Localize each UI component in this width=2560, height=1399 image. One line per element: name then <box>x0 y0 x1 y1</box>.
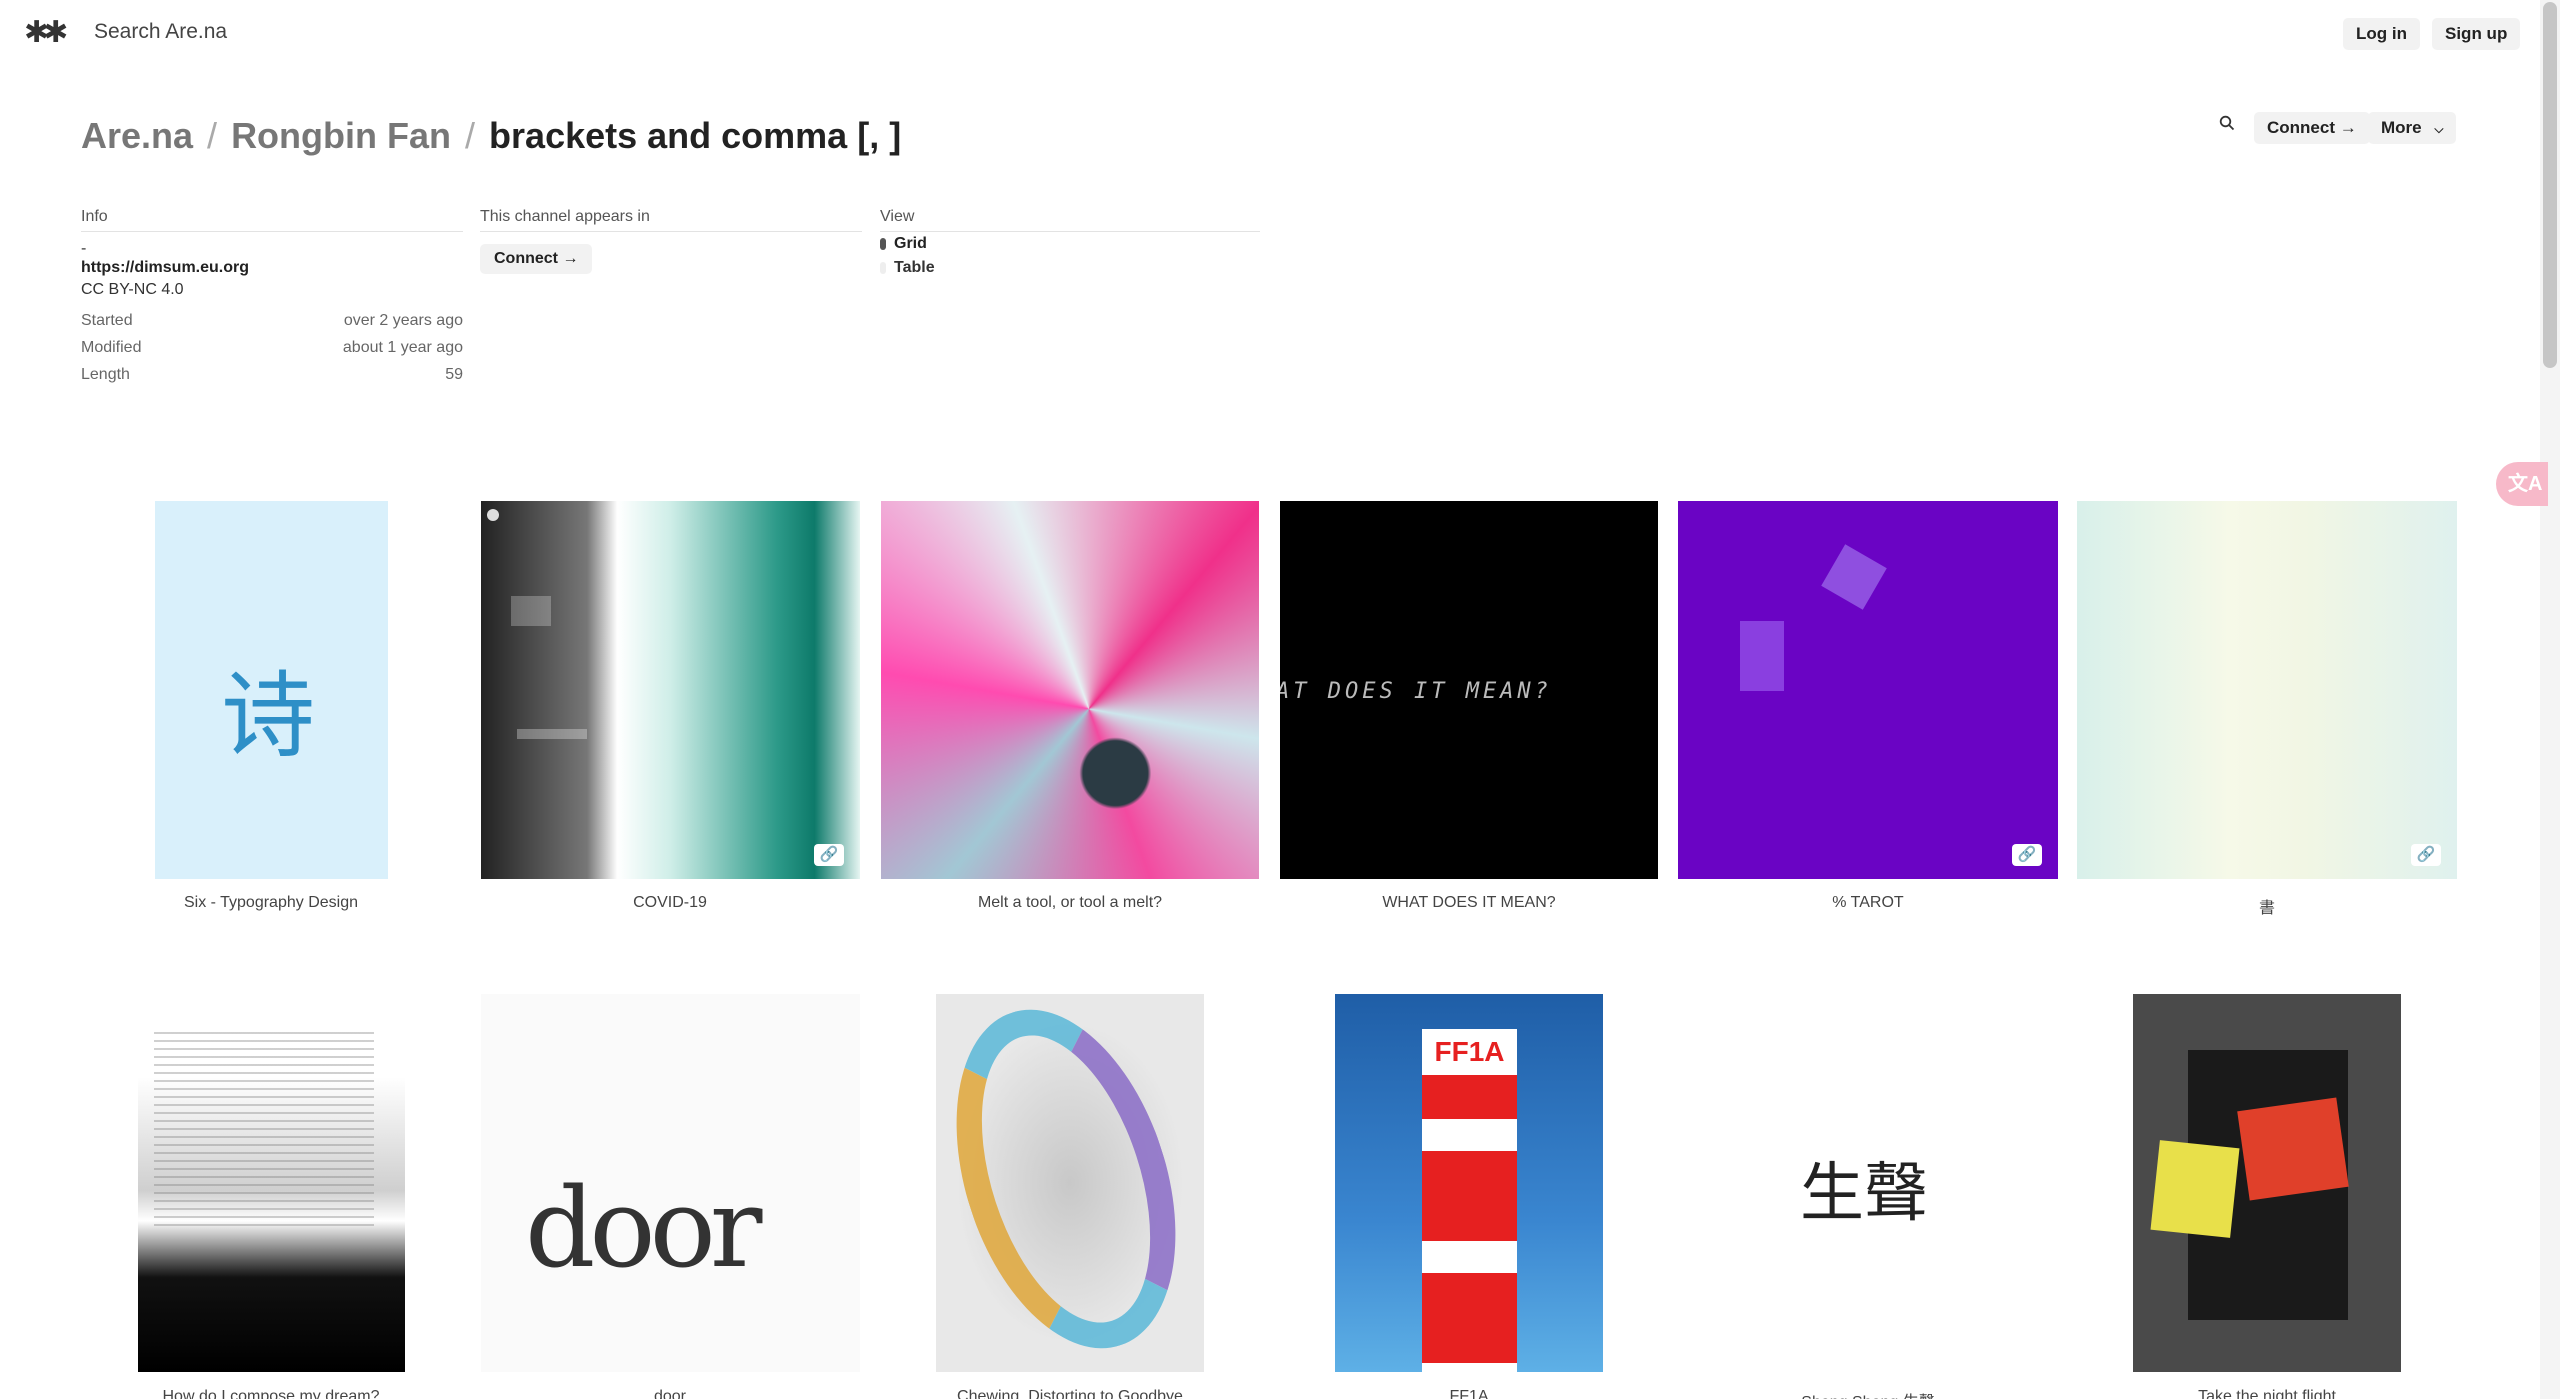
block-title[interactable]: door <box>470 1388 870 1399</box>
translate-icon[interactable]: 文A <box>2496 462 2548 506</box>
info-url-link[interactable]: https://dimsum.eu.org <box>81 259 463 277</box>
arena-logo-icon[interactable]: ✱✱ <box>24 18 68 48</box>
block-glyph: AT DOES IT MEAN? <box>1280 679 1552 704</box>
info-row-started: Started over 2 years ago <box>81 312 463 339</box>
view-title: View <box>880 208 1260 232</box>
thumbnail-shape <box>154 1032 374 1232</box>
block-title[interactable]: How do I compose my dream? <box>71 1388 471 1399</box>
unselected-indicator <box>880 262 886 274</box>
block-thumbnail[interactable]: 诗 <box>155 501 388 879</box>
breadcrumb-separator: / <box>207 115 218 156</box>
block-thumbnail[interactable] <box>936 994 1204 1372</box>
block-thumbnail[interactable] <box>881 501 1259 879</box>
block-title[interactable]: FF1A <box>1269 1388 1669 1399</box>
block-title[interactable]: Sheng Sheng 生聲 <box>1668 1388 2068 1399</box>
view-option-grid[interactable]: Grid <box>880 232 1260 256</box>
block-thumbnail[interactable]: 🔗 <box>2077 501 2457 879</box>
search-icon[interactable] <box>2219 115 2235 136</box>
block-glyph: door <box>525 1164 762 1292</box>
info-panel: Info - https://dimsum.eu.org CC BY-NC 4.… <box>81 208 463 393</box>
block-title[interactable]: Six - Typography Design <box>71 894 471 912</box>
search-input[interactable]: Search Are.na <box>94 20 227 44</box>
info-title: Info <box>81 208 463 232</box>
info-label: Length <box>81 366 130 383</box>
block-thumbnail[interactable]: door <box>481 994 860 1372</box>
link-icon: 🔗 <box>2411 844 2441 866</box>
thumbnail-shape <box>517 729 587 739</box>
view-option-label: Grid <box>894 235 927 252</box>
block-thumbnail[interactable]: 生聲 <box>1734 994 2002 1372</box>
info-description: - <box>81 240 87 257</box>
info-value: about 1 year ago <box>342 339 463 356</box>
block-thumbnail[interactable] <box>138 994 405 1372</box>
block-title[interactable]: % TAROT <box>1668 894 2068 912</box>
view-panel: View Grid Table <box>880 208 1260 280</box>
thumbnail-shape <box>1740 621 1784 691</box>
thumbnail-shape <box>936 994 1204 1372</box>
block-thumbnail[interactable]: 🔗 <box>1678 501 2058 879</box>
info-row-modified: Modified about 1 year ago <box>81 339 463 366</box>
chevron-down-icon: ⌵ <box>2434 122 2444 136</box>
more-label: More <box>2381 118 2422 137</box>
block-thumbnail[interactable] <box>2133 994 2401 1372</box>
breadcrumb-root[interactable]: Are.na <box>81 115 193 156</box>
page-title: brackets and comma [, ] <box>489 115 902 156</box>
license: CC BY-NC 4.0 <box>81 281 184 298</box>
info-value: 59 <box>445 366 463 383</box>
appears-in-panel: This channel appears in Connect → <box>480 208 862 274</box>
thumbnail-shape <box>511 596 551 626</box>
thumbnail-shape <box>1422 1029 1517 1372</box>
thumbnail-shape <box>2237 1097 2349 1201</box>
block-glyph: 生聲 <box>1800 1157 1928 1231</box>
thumbnail-shape <box>2150 1140 2240 1238</box>
link-icon: 🔗 <box>814 844 844 866</box>
appears-title: This channel appears in <box>480 208 862 232</box>
block-thumbnail[interactable]: 🔗 <box>481 501 860 879</box>
more-button[interactable]: More ⌵ <box>2368 112 2457 144</box>
thumbnail-shape <box>487 509 499 521</box>
breadcrumb: Are.na / Rongbin Fan / brackets and comma [,… <box>81 115 901 157</box>
info-value: over 2 years ago <box>343 312 463 329</box>
block-title[interactable]: Chewing, Distorting to Goodbye <box>870 1388 1270 1399</box>
connect-channel-button[interactable]: Connect → <box>480 244 593 274</box>
signup-button[interactable]: Sign up <box>2432 18 2521 50</box>
breadcrumb-separator: / <box>465 115 476 156</box>
connect-button[interactable]: Connect → <box>2254 112 2370 144</box>
block-thumbnail[interactable]: FF1A <box>1335 994 1603 1372</box>
block-thumbnail[interactable]: AT DOES IT MEAN? <box>1280 501 1658 879</box>
block-title[interactable]: 書 <box>2067 894 2467 918</box>
block-title[interactable]: Melt a tool, or tool a melt? <box>870 894 1270 912</box>
block-title[interactable]: WHAT DOES IT MEAN? <box>1269 894 1669 912</box>
scrollbar[interactable] <box>2540 0 2560 1399</box>
block-glyph: FF1A <box>1422 1029 1517 1075</box>
breadcrumb-owner[interactable]: Rongbin Fan <box>231 115 451 156</box>
block-title[interactable]: Take the night flight <box>2067 1388 2467 1399</box>
thumbnail-shape <box>1821 544 1887 610</box>
info-label: Modified <box>81 339 142 356</box>
top-nav: ✱✱ Search Are.na Log in Sign up <box>0 0 2540 68</box>
view-option-table[interactable]: Table <box>880 256 1260 280</box>
block-glyph: 诗 <box>221 662 316 771</box>
info-row-length: Length 59 <box>81 366 463 393</box>
info-label: Started <box>81 312 133 329</box>
selected-indicator <box>880 238 886 250</box>
block-title[interactable]: COVID-19 <box>470 894 870 912</box>
link-icon: 🔗 <box>2012 844 2042 866</box>
view-option-label: Table <box>894 259 935 276</box>
scrollbar-thumb[interactable] <box>2543 2 2557 368</box>
login-button[interactable]: Log in <box>2343 18 2420 50</box>
